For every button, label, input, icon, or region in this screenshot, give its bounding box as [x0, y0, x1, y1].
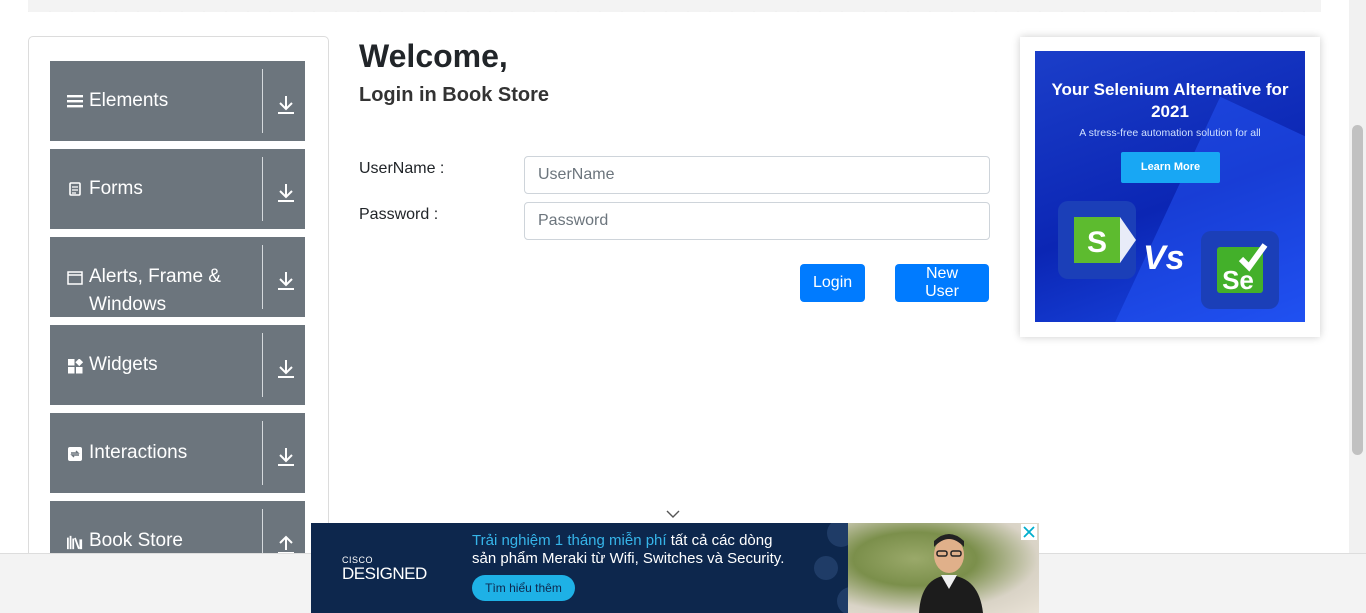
ad-title: Your Selenium Alternative for 2021 [1051, 80, 1289, 121]
username-input[interactable] [524, 156, 990, 194]
download-arrow-icon[interactable] [277, 183, 297, 205]
vertical-scrollbar[interactable] [1349, 0, 1366, 553]
group-alerts-frame-windows[interactable]: Alerts, Frame & Windows [50, 237, 305, 317]
download-arrow-icon[interactable] [277, 95, 297, 117]
new-user-button[interactable]: New User [895, 264, 989, 302]
group-label: Alerts, Frame & Windows [89, 266, 221, 315]
selenium-logo: Se [1201, 231, 1279, 309]
page-title: Welcome, [359, 38, 508, 74]
separator [262, 245, 263, 309]
top-decorative-strip [28, 0, 1321, 12]
designed-brand: DESIGNED [342, 564, 427, 583]
books-icon [67, 534, 83, 550]
group-label: Widgets [89, 354, 158, 375]
interactions-icon [67, 446, 83, 462]
group-interactions[interactable]: Interactions [50, 413, 305, 493]
katalon-logo: S [1058, 201, 1136, 279]
username-label: UserName : [359, 160, 445, 177]
group-label: Elements [89, 90, 169, 111]
download-arrow-icon[interactable] [277, 359, 297, 381]
group-elements[interactable]: Elements [50, 61, 305, 141]
bottom-ad[interactable]: CISCO DESIGNED Trải nghiệm 1 tháng miễn … [311, 523, 1039, 613]
scroll-thumb[interactable] [1352, 125, 1363, 455]
group-label: Forms [89, 178, 143, 199]
ad-subtitle: A stress-free automation solution for al… [1079, 127, 1261, 139]
group-forms[interactable]: Forms [50, 149, 305, 229]
separator [262, 421, 263, 485]
download-arrow-icon[interactable] [277, 447, 297, 469]
ad-text-line1: Trải nghiệm 1 tháng miễn phí tất cả các … [472, 532, 772, 549]
person-image [919, 534, 983, 613]
chevron-down-icon[interactable] [666, 509, 680, 519]
widgets-icon [67, 358, 83, 374]
group-widgets[interactable]: Widgets [50, 325, 305, 405]
page-subtitle: Login in Book Store [359, 84, 549, 106]
ad-line1-rest: tất cả các dòng [666, 532, 773, 549]
document-icon [67, 181, 83, 197]
ad-close-icon[interactable] [1021, 524, 1037, 540]
separator [262, 333, 263, 397]
hamburger-icon [67, 93, 83, 109]
ad-highlight: Trải nghiệm 1 tháng miễn phí [472, 532, 667, 549]
learn-more-button[interactable]: Learn More [1121, 152, 1220, 183]
ad-banner[interactable]: Your Selenium Alternative for 2021 A str… [1035, 51, 1305, 322]
right-ad[interactable]: Your Selenium Alternative for 2021 A str… [1020, 37, 1320, 337]
password-label: Password : [359, 206, 439, 223]
password-input[interactable] [524, 202, 990, 240]
separator [262, 69, 263, 133]
separator [262, 157, 263, 221]
group-label: Book Store [89, 530, 183, 551]
ad-text-line2: sản phẩm Meraki từ Wifi, Switches và Sec… [472, 550, 785, 567]
download-arrow-icon[interactable] [277, 271, 297, 293]
login-button[interactable]: Login [800, 264, 865, 302]
versus-text: Vs [1143, 239, 1185, 277]
learn-more-vn-button[interactable]: Tìm hiểu thêm [472, 575, 575, 601]
group-label: Interactions [89, 442, 188, 463]
selenium-letters: Se [1222, 265, 1254, 295]
katalon-letter: S [1087, 226, 1107, 259]
left-panel: Elements Forms Alerts, Frame & Windows W… [28, 36, 329, 576]
window-icon [67, 270, 83, 286]
